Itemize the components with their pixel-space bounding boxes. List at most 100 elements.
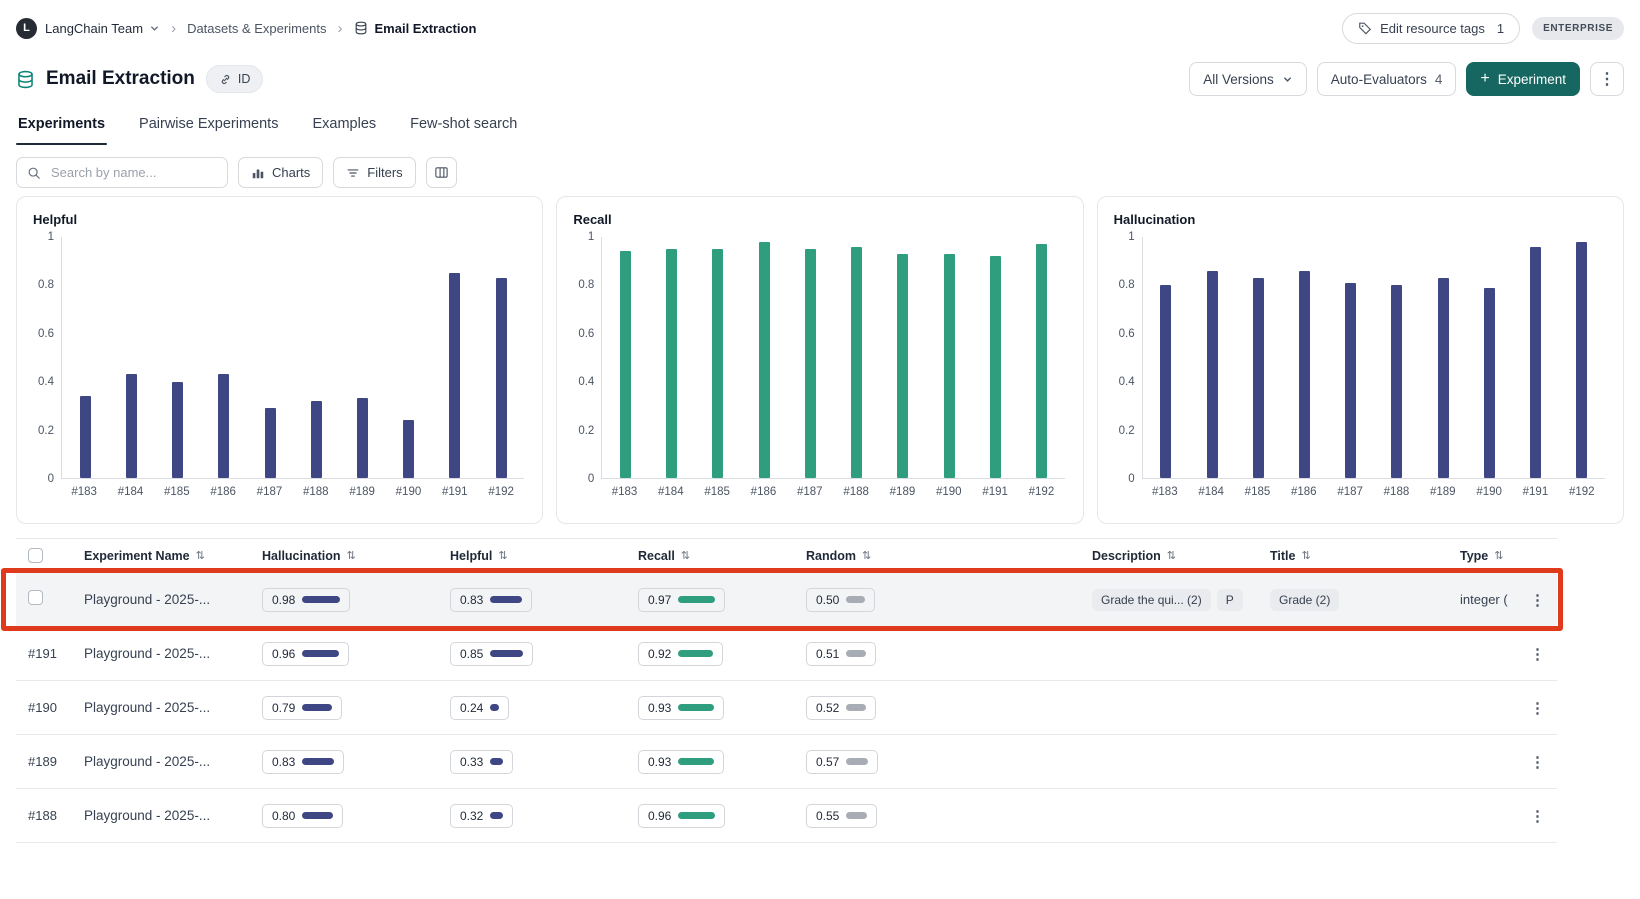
tab-experiments[interactable]: Experiments [16, 108, 107, 145]
title-chip[interactable]: Grade (2) [1270, 589, 1339, 611]
table-row[interactable]: Playground - 2025-...0.980.830.970.50Gra… [16, 573, 1557, 627]
bar-slot [247, 237, 293, 478]
x-tick-label: #184 [1188, 486, 1234, 498]
metric-value: 0.55 [816, 809, 839, 823]
column-label[interactable]: Title [1270, 549, 1295, 563]
tab-examples[interactable]: Examples [310, 108, 378, 145]
x-tick-label: #189 [339, 486, 385, 498]
langchain-logo[interactable]: L [16, 18, 37, 39]
metric-cell-random: 0.52 [806, 696, 1092, 720]
bar-188 [851, 247, 862, 478]
column-label[interactable]: Experiment Name [84, 549, 190, 563]
table-row[interactable]: #191Playground - 2025-...0.960.850.920.5… [16, 627, 1557, 681]
charts-toggle-button[interactable]: Charts [238, 157, 323, 188]
team-switcher[interactable]: LangChain Team [45, 21, 143, 36]
metric-chip-hallucination: 0.79 [262, 696, 342, 720]
y-tick-label: 0.8 [38, 279, 54, 291]
edit-resource-tags-button[interactable]: Edit resource tags 1 [1342, 13, 1520, 44]
search-input[interactable] [49, 164, 217, 181]
metric-bar [678, 704, 713, 711]
sort-icon[interactable]: ⇅ [681, 549, 690, 562]
kebab-icon: ⋮ [1599, 69, 1615, 89]
sort-icon[interactable]: ⇅ [196, 549, 205, 562]
metric-chip-hallucination: 0.96 [262, 642, 349, 666]
row-menu-button[interactable]: ⋮ [1526, 645, 1549, 663]
bar-184 [126, 374, 137, 478]
experiment-name-link[interactable]: Playground - 2025-... [84, 592, 210, 607]
metric-chip-hallucination: 0.98 [262, 588, 350, 612]
experiment-name-link[interactable]: Playground - 2025-... [84, 754, 210, 769]
table-row[interactable]: #189Playground - 2025-...0.830.330.930.5… [16, 735, 1557, 789]
metric-value: 0.33 [460, 755, 483, 769]
x-tick-label: #183 [601, 486, 647, 498]
experiment-name-link[interactable]: Playground - 2025-... [84, 808, 210, 823]
experiment-name-cell: Playground - 2025-... [84, 591, 262, 609]
new-experiment-button[interactable]: + Experiment [1466, 62, 1580, 96]
experiment-name-link[interactable]: Playground - 2025-... [84, 700, 210, 715]
sort-icon[interactable]: ⇅ [346, 549, 355, 562]
row-menu-button[interactable]: ⋮ [1526, 591, 1549, 609]
column-label[interactable]: Helpful [450, 549, 492, 563]
page-header: Email Extraction ID All Versions Auto-Ev… [0, 56, 1640, 108]
table-row[interactable]: #190Playground - 2025-... 0.79 0.24 0.93 0.5… [16, 681, 1557, 735]
row-select-cell: #190 [28, 699, 84, 717]
tab-few-shot-search[interactable]: Few-shot search [408, 108, 519, 145]
column-label[interactable]: Hallucination [262, 549, 340, 563]
table-header: Experiment Name ⇅ Hallucination ⇅ Helpful ⇅ Re… [16, 539, 1557, 573]
bar-189 [357, 398, 368, 478]
x-tick-label: #184 [107, 486, 153, 498]
sort-icon[interactable]: ⇅ [1494, 549, 1503, 562]
experiment-name-link[interactable]: Playground - 2025-... [84, 646, 210, 661]
bar-slot [201, 237, 247, 478]
id-label: ID [238, 72, 251, 86]
description-chip[interactable]: Grade the qui... (2) [1092, 589, 1211, 611]
column-header-type: Type ⇅ [1460, 549, 1518, 563]
sort-icon[interactable]: ⇅ [498, 549, 507, 562]
metric-cell-helpful: 0.85 [450, 642, 638, 666]
row-select-cell: #188 [28, 807, 84, 825]
chart-title: Recall [557, 197, 1082, 237]
table-row[interactable]: #188Playground - 2025-...0.800.320.960.5… [16, 789, 1557, 843]
x-tick-label: #187 [787, 486, 833, 498]
row-menu-cell: ⋮ [1518, 699, 1557, 717]
metric-cell-recall: 0.92 [638, 642, 806, 666]
row-menu-button[interactable]: ⋮ [1526, 807, 1549, 825]
metric-cell-random: 0.55 [806, 804, 1092, 828]
tab-pairwise-experiments[interactable]: Pairwise Experiments [137, 108, 280, 145]
bar-slot [1328, 237, 1374, 478]
sort-icon[interactable]: ⇅ [862, 549, 871, 562]
x-tick-label: #191 [432, 486, 478, 498]
row-menu-button[interactable]: ⋮ [1526, 699, 1549, 717]
metric-chip-recall: 0.93 [638, 696, 724, 720]
copy-id-button[interactable]: ID [206, 65, 264, 93]
breadcrumb-datasets[interactable]: Datasets & Experiments [187, 21, 326, 36]
top-bar: L LangChain Team › Datasets & Experiment… [0, 0, 1640, 56]
y-axis: 00.20.40.60.81 [567, 237, 601, 479]
column-label[interactable]: Type [1460, 549, 1488, 563]
row-select-cell: #189 [28, 753, 84, 771]
column-header-experiment-name: Experiment Name ⇅ [84, 549, 262, 563]
more-options-button[interactable]: ⋮ [1590, 62, 1624, 96]
column-label[interactable]: Recall [638, 549, 675, 563]
metric-chip-helpful: 0.33 [450, 750, 513, 774]
column-label[interactable]: Description [1092, 549, 1161, 563]
filters-button[interactable]: Filters [333, 157, 415, 188]
metric-value: 0.93 [648, 701, 671, 715]
row-menu-button[interactable]: ⋮ [1526, 753, 1549, 771]
metric-cell-helpful: 0.24 [450, 696, 638, 720]
description-badge[interactable]: P [1217, 589, 1243, 611]
sort-icon[interactable]: ⇅ [1167, 549, 1176, 562]
bar-chart-icon [251, 166, 265, 180]
column-label[interactable]: Random [806, 549, 856, 563]
sort-icon[interactable]: ⇅ [1301, 549, 1310, 562]
metric-value: 0.79 [272, 701, 295, 715]
row-checkbox[interactable] [28, 590, 43, 605]
auto-evaluators-button[interactable]: Auto-Evaluators 4 [1317, 62, 1457, 96]
select-all-checkbox[interactable] [28, 548, 43, 563]
columns-button[interactable] [426, 157, 457, 188]
chevron-down-icon[interactable] [149, 23, 160, 34]
row-id: #188 [28, 808, 57, 823]
versions-dropdown[interactable]: All Versions [1189, 62, 1307, 96]
y-tick-label: 0.2 [1119, 425, 1135, 437]
bar-187 [805, 249, 816, 478]
